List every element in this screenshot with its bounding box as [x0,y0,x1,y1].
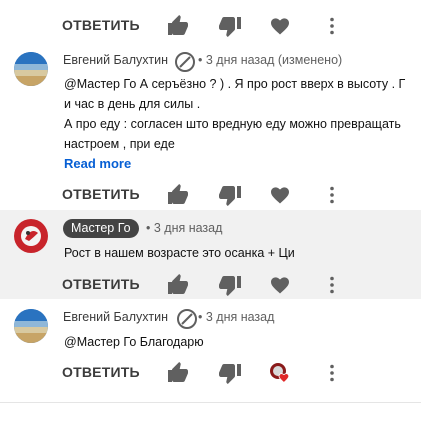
comment-line: и час в день для силы . [64,97,201,111]
like-icon[interactable] [166,361,190,385]
heart-icon[interactable] [268,14,292,38]
timestamp-text[interactable]: 3 дня назад [154,221,223,235]
avatar[interactable] [14,52,48,86]
dislike-icon[interactable] [218,14,242,38]
creator-name-badge[interactable]: Мастер Го [63,219,139,238]
dislike-icon[interactable] [218,273,242,297]
comment-line: А про еду : согласен што вредную еду мож… [64,117,401,131]
verified-icon [173,50,195,72]
avatar[interactable] [14,309,48,343]
more-vert-icon[interactable] [320,183,344,207]
comment-line: @Мастер Го А серъёзно ? ) . Я про рост в… [64,77,406,91]
comment-timestamp: • 3 дня назад [146,221,223,235]
comment-author[interactable]: Евгений Балухтин [63,53,168,67]
comment-author[interactable]: Евгений Балухтин [63,310,168,324]
timestamp-text[interactable]: 3 дня назад [206,310,275,324]
heart-icon[interactable] [268,273,292,297]
comment-timestamp: • 3 дня назад (изменено) [198,53,343,67]
comment-timestamp: • 3 дня назад [198,310,275,324]
reply-button[interactable]: ОТВЕТИТЬ [62,364,140,380]
reply-button[interactable]: ОТВЕТИТЬ [62,17,140,33]
more-vert-icon[interactable] [320,361,344,385]
heart-icon[interactable] [268,183,292,207]
dislike-icon[interactable] [218,183,242,207]
more-vert-icon[interactable] [320,273,344,297]
like-icon[interactable] [166,14,190,38]
avatar[interactable] [14,219,48,253]
verified-icon [175,307,197,329]
reply-button[interactable]: ОТВЕТИТЬ [62,186,140,202]
creator-heart-icon[interactable] [268,361,292,385]
divider [0,402,421,403]
more-vert-icon[interactable] [320,14,344,38]
comment-text: Рост в нашем возрасте это осанка + Ци [64,246,295,260]
timestamp-text[interactable]: 3 дня назад (изменено) [206,53,342,67]
read-more-link[interactable]: Read more [64,156,131,171]
dislike-icon[interactable] [218,361,242,385]
comment-text: @Мастер Го Благодарю [64,335,204,349]
like-icon[interactable] [166,273,190,297]
like-icon[interactable] [166,183,190,207]
reply-button[interactable]: ОТВЕТИТЬ [62,276,140,292]
comment-line: настроем , при еде [64,137,175,151]
